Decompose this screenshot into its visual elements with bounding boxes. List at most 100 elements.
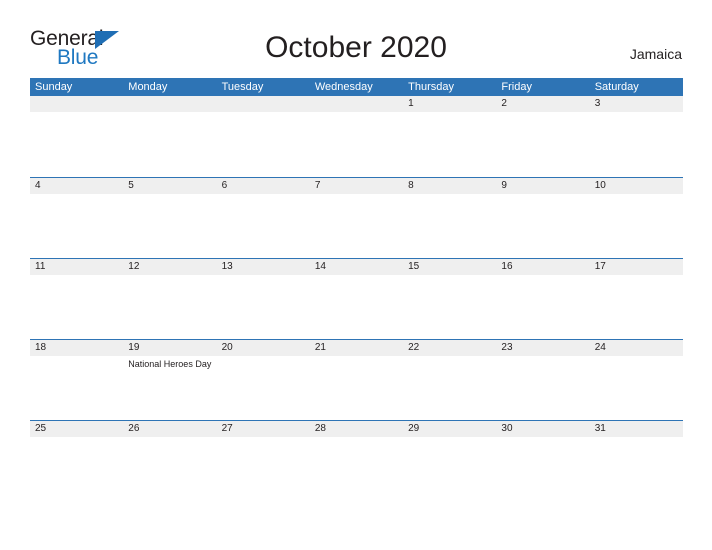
day-cell-7[interactable]: 7 (309, 178, 404, 258)
day-number-band: 17 (589, 259, 683, 275)
day-cell-16[interactable]: 16 (496, 259, 590, 339)
day-cell-empty[interactable] (309, 96, 404, 177)
day-number-band: 31 (589, 421, 683, 437)
day-cell-30[interactable]: 30 (496, 421, 590, 501)
weekday-header-row: Sunday Monday Tuesday Wednesday Thursday Frid… (30, 78, 683, 96)
day-number: 3 (594, 98, 601, 109)
day-number: 21 (314, 342, 326, 353)
day-number: 15 (408, 261, 420, 272)
calendar-week-row: 1 2 3 (30, 96, 683, 177)
day-number: 27 (221, 423, 233, 434)
day-number-band: 5 (123, 178, 217, 194)
weekday-header-friday: Friday (501, 81, 532, 93)
calendar-weeks: 1 2 3 4 5 6 7 8 9 10 11 12 13 14 15 16 17 18 19 National He… (30, 96, 683, 501)
day-cell-14[interactable]: 14 (309, 259, 404, 339)
day-cell-31[interactable]: 31 (589, 421, 683, 501)
day-number-band (216, 96, 310, 112)
calendar-week-row: 18 19 National Heroes Day 20 21 22 23 24 (30, 339, 683, 420)
day-number: 4 (35, 180, 41, 191)
day-number: 13 (221, 261, 233, 272)
day-number-band: 26 (123, 421, 217, 437)
day-cell-19[interactable]: 19 National Heroes Day (123, 340, 217, 420)
day-cell-13[interactable]: 13 (216, 259, 310, 339)
day-cell-26[interactable]: 26 (123, 421, 217, 501)
day-number: 26 (128, 423, 140, 434)
day-number: 10 (594, 180, 606, 191)
weekday-header-wednesday: Wednesday (314, 81, 373, 93)
day-cell-5[interactable]: 5 (123, 178, 217, 258)
day-number-band: 8 (403, 178, 497, 194)
day-number: 7 (314, 180, 321, 191)
week-cells: 18 19 National Heroes Day 20 21 22 23 24 (30, 340, 683, 420)
day-number-band (30, 96, 124, 112)
day-number-band: 28 (309, 421, 404, 437)
day-cell-1[interactable]: 1 (403, 96, 497, 177)
day-number-band: 25 (30, 421, 124, 437)
weekday-header-sunday: Sunday (35, 81, 73, 93)
day-number-band: 12 (123, 259, 217, 275)
day-number-band: 6 (216, 178, 310, 194)
day-number-band: 1 (403, 96, 497, 112)
day-events: National Heroes Day (123, 356, 216, 370)
day-number: 18 (35, 342, 47, 353)
day-number-band: 16 (496, 259, 590, 275)
day-number: 8 (408, 180, 414, 191)
day-number-band: 24 (589, 340, 683, 356)
day-number-band: 10 (589, 178, 683, 194)
day-cell-12[interactable]: 12 (123, 259, 217, 339)
page-header: General Blue October 2020 Jamaica (0, 0, 712, 78)
day-number-band (309, 96, 404, 112)
day-number: 29 (408, 423, 420, 434)
day-cell-27[interactable]: 27 (216, 421, 310, 501)
day-cell-2[interactable]: 2 (496, 96, 590, 177)
day-cell-6[interactable]: 6 (216, 178, 310, 258)
day-cell-8[interactable]: 8 (403, 178, 497, 258)
day-number-band: 21 (309, 340, 404, 356)
day-number: 23 (501, 342, 513, 353)
day-cell-11[interactable]: 11 (30, 259, 124, 339)
day-number: 5 (128, 180, 134, 191)
day-number-band: 22 (403, 340, 497, 356)
day-cell-empty[interactable] (123, 96, 217, 177)
day-cell-empty[interactable] (216, 96, 310, 177)
day-cell-18[interactable]: 18 (30, 340, 124, 420)
day-number: 6 (221, 180, 228, 191)
day-cell-10[interactable]: 10 (589, 178, 683, 258)
day-cell-20[interactable]: 20 (216, 340, 310, 420)
day-number: 12 (128, 261, 140, 272)
day-cell-24[interactable]: 24 (589, 340, 683, 420)
day-cell-25[interactable]: 25 (30, 421, 124, 501)
day-number: 2 (501, 98, 507, 109)
page-title: October 2020 (265, 31, 447, 64)
day-number-band: 14 (309, 259, 404, 275)
day-cell-22[interactable]: 22 (403, 340, 497, 420)
day-number-band: 18 (30, 340, 124, 356)
day-cell-29[interactable]: 29 (403, 421, 497, 501)
weekday-header-tuesday: Tuesday (221, 81, 264, 93)
day-number: 31 (594, 423, 606, 434)
calendar-grid: Sunday Monday Tuesday Wednesday Thursday Frid… (30, 78, 683, 501)
week-cells: 1 2 3 (30, 96, 683, 177)
day-cell-15[interactable]: 15 (403, 259, 497, 339)
day-cell-empty[interactable] (30, 96, 124, 177)
calendar-week-row: 25 26 27 28 29 30 31 (30, 420, 683, 501)
weekday-header-monday: Monday (128, 81, 168, 93)
day-number-band: 20 (216, 340, 310, 356)
weekday-header-saturday: Saturday (594, 81, 639, 93)
day-number: 24 (594, 342, 606, 353)
day-cell-23[interactable]: 23 (496, 340, 590, 420)
calendar-week-row: 4 5 6 7 8 9 10 (30, 177, 683, 258)
day-cell-9[interactable]: 9 (496, 178, 590, 258)
day-cell-17[interactable]: 17 (589, 259, 683, 339)
day-cell-4[interactable]: 4 (30, 178, 124, 258)
country-label: Jamaica (629, 46, 682, 62)
day-number: 1 (408, 98, 414, 109)
day-cell-28[interactable]: 28 (309, 421, 404, 501)
day-cell-21[interactable]: 21 (309, 340, 404, 420)
day-number-band: 11 (30, 259, 124, 275)
day-number-band: 13 (216, 259, 310, 275)
day-number: 14 (314, 261, 326, 272)
day-cell-3[interactable]: 3 (589, 96, 683, 177)
day-number-band: 4 (30, 178, 124, 194)
day-number: 19 (128, 342, 140, 353)
